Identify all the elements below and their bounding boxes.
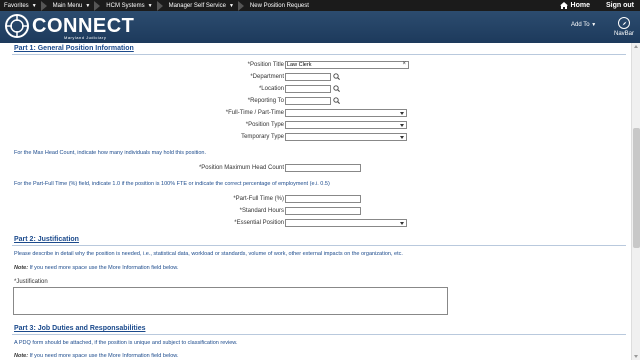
add-to-menu[interactable]: Add To ▼ <box>571 22 596 28</box>
position-title-input[interactable]: Law Clerk × <box>285 61 409 69</box>
reporting-to-label: *Reporting To <box>247 98 284 104</box>
part1-title: Part 1: General Position Information <box>14 45 134 52</box>
temporary-type-label: Temporary Type <box>241 134 284 140</box>
breadcrumb-separator <box>237 0 244 11</box>
vertical-scrollbar[interactable] <box>631 43 640 360</box>
page-content: Part 1: General Position Information *Po… <box>0 43 631 360</box>
navbar-button[interactable]: NavBar <box>608 11 640 43</box>
part2-title: Part 2: Justification <box>14 236 79 243</box>
scroll-down-arrow-icon[interactable] <box>634 355 638 358</box>
standard-hours-input[interactable] <box>285 207 361 215</box>
hcm-systems-menu[interactable]: HCM Systems ▼ <box>102 0 156 11</box>
justification-description: Please describe in detail why the positi… <box>14 251 403 257</box>
breadcrumb-separator <box>40 0 47 11</box>
logo-seal-icon <box>5 14 29 38</box>
full-time-part-time-label: *Full-Time / Part-Time <box>225 110 284 116</box>
chevron-down-icon: ▼ <box>147 2 153 9</box>
chevron-down-icon: ▼ <box>85 2 91 9</box>
location-input[interactable] <box>285 85 331 93</box>
breadcrumb-separator <box>94 0 101 11</box>
main-menu[interactable]: Main Menu ▼ <box>49 0 95 11</box>
manager-self-service-menu[interactable]: Manager Self Service ▼ <box>165 0 238 11</box>
compass-icon <box>618 17 630 29</box>
breadcrumb-current-page: New Position Request <box>249 2 309 9</box>
logo-subtitle: Maryland Judiciary <box>64 35 107 40</box>
fte-note: For the Part-Full Time (%) field, indica… <box>14 181 330 187</box>
part-full-time-label: *Part-Full Time (%) <box>233 196 284 202</box>
part3-title: Part 3: Job Duties and Responsabilities <box>14 325 146 332</box>
part-full-time-input[interactable] <box>285 195 361 203</box>
standard-hours-label: *Standard Hours <box>239 208 284 214</box>
sign-out-link[interactable]: Sign out <box>606 2 640 9</box>
max-head-count-input[interactable] <box>285 164 361 172</box>
chevron-down-icon: ▼ <box>31 2 37 9</box>
job-duties-note: Note: If you need more space use the Mor… <box>14 353 178 359</box>
search-icon[interactable] <box>333 97 340 104</box>
max-head-count-label: *Position Maximum Head Count <box>198 165 284 171</box>
full-time-part-time-select[interactable] <box>285 109 407 117</box>
justification-note: Note: If you need more space use the Mor… <box>14 265 178 271</box>
section-divider <box>12 245 626 246</box>
top-menu-bar: Favorites ▼ Main Menu ▼ HCM Systems ▼ Manag… <box>0 0 640 11</box>
justification-textarea[interactable] <box>13 287 448 315</box>
department-input[interactable] <box>285 73 331 81</box>
max-head-count-note: For the Max Head Count, indicate how man… <box>14 150 206 156</box>
main-menu-label: Main Menu <box>52 2 83 9</box>
hcm-systems-label: HCM Systems <box>106 2 145 9</box>
logo-text: CONNECT <box>32 15 135 37</box>
favorites-menu[interactable]: Favorites ▼ <box>0 0 41 11</box>
search-icon[interactable] <box>333 73 340 80</box>
navbar-label: NavBar <box>613 31 634 37</box>
scroll-up-arrow-icon[interactable] <box>634 45 638 48</box>
home-label: Home <box>570 2 590 9</box>
note-text: If you need more space use the More Info… <box>28 353 179 359</box>
breadcrumb-separator <box>156 0 163 11</box>
essential-position-label: *Essential Position <box>234 220 284 226</box>
manager-self-service-label: Manager Self Service <box>168 2 226 9</box>
position-title-label: *Position Title <box>247 62 284 68</box>
note-label: Note: <box>14 265 29 271</box>
justification-label: *Justification <box>14 279 48 285</box>
home-link[interactable]: Home <box>559 2 606 9</box>
position-type-label: *Position Type <box>245 122 284 128</box>
note-label: Note: <box>14 353 29 359</box>
clear-icon[interactable]: × <box>402 61 406 67</box>
add-to-label: Add To <box>571 22 590 28</box>
search-icon[interactable] <box>333 85 340 92</box>
note-text: If you need more space use the More Info… <box>28 265 179 271</box>
section-divider <box>12 334 626 335</box>
home-icon <box>559 2 568 9</box>
favorites-label: Favorites <box>4 2 29 9</box>
department-label: *Department <box>250 74 284 80</box>
section-divider <box>12 54 626 55</box>
app-header: CONNECT Maryland Judiciary Add To ▼ NavB… <box>0 11 640 43</box>
scrollbar-thumb[interactable] <box>633 128 640 248</box>
reporting-to-input[interactable] <box>285 97 331 105</box>
chevron-down-icon: ▼ <box>591 22 597 28</box>
location-label: *Location <box>258 86 284 92</box>
position-title-value: Law Clerk <box>287 62 312 68</box>
essential-position-select[interactable] <box>285 219 407 227</box>
temporary-type-select[interactable] <box>285 133 407 141</box>
job-duties-description: A PDQ form should be attached, if the po… <box>14 340 238 346</box>
position-type-select[interactable] <box>285 121 407 129</box>
chevron-down-icon: ▼ <box>228 2 234 9</box>
